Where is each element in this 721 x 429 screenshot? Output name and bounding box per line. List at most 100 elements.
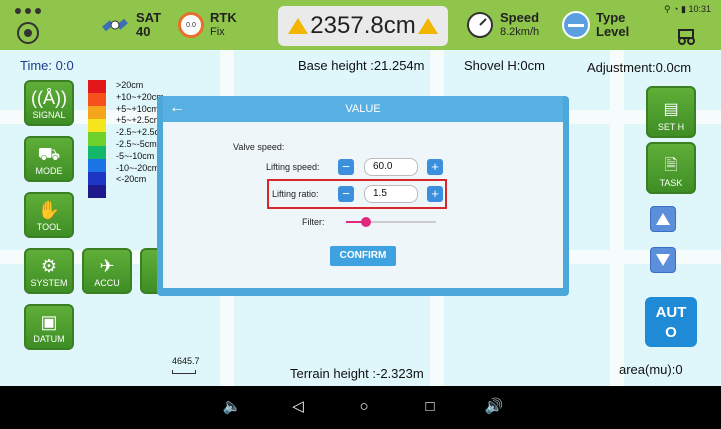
height-readout: 2357.8cm: [278, 6, 448, 46]
level-icon: [562, 11, 590, 39]
speed-status: Speed 8.2km/h: [466, 0, 539, 50]
speed-label: Speed: [500, 10, 540, 25]
battery-icon: ▮: [681, 4, 686, 14]
confirm-button[interactable]: CONFIRM: [330, 246, 396, 266]
type-label: Type: [596, 10, 626, 25]
satellite-icon: [102, 18, 128, 32]
legend-label: >20cm: [116, 80, 144, 90]
signal-button[interactable]: ((Å)) SIGNAL: [24, 80, 74, 126]
monitor-icon: ▤: [663, 101, 679, 118]
legend-swatch: [88, 119, 106, 133]
mode-button[interactable]: ⛟ MODE: [24, 136, 74, 182]
lifting-speed-decrement[interactable]: −: [338, 159, 354, 175]
antenna-icon: ((Å)): [31, 88, 67, 108]
clock: 10:31: [688, 4, 711, 14]
excavator-icon: [678, 29, 695, 45]
adjustment-readout: Adjustment:0.0cm: [587, 60, 692, 75]
legend-swatch: [88, 184, 106, 198]
back-nav-icon[interactable]: ◁: [288, 396, 308, 418]
time-readout: Time: 0:0: [20, 58, 74, 73]
satellite-status: SAT 40: [100, 0, 161, 50]
base-height-readout: Base height :21.254m: [298, 58, 425, 73]
legend-swatch: [88, 132, 106, 146]
height-value: 2357.8cm: [310, 12, 416, 39]
lifting-speed-input[interactable]: 60.0: [364, 158, 418, 176]
satellite-accuracy-icon: ✈: [99, 256, 115, 276]
terrain-height-readout: Terrain height :-2.323m: [290, 366, 424, 381]
legend-swatch: [88, 106, 106, 120]
tool-label: TOOL: [36, 222, 62, 232]
sat-value: 40: [136, 24, 151, 39]
legend-swatch: [88, 171, 106, 185]
wifi-icon: ◔: [673, 4, 679, 14]
tractor-icon: ⛟: [37, 144, 61, 164]
recents-nav-icon[interactable]: □: [420, 396, 440, 418]
volume-down-icon[interactable]: 🔈: [222, 396, 242, 418]
back-arrow-icon[interactable]: ←: [169, 100, 185, 116]
area-readout: area(mu):0: [619, 362, 683, 377]
up-warning-icon-right: [417, 18, 438, 34]
map-road: [610, 50, 624, 386]
home-nav-icon[interactable]: ○: [354, 396, 374, 418]
system-label: SYSTEM: [30, 278, 68, 288]
set-h-button[interactable]: ▤ SET H: [646, 86, 696, 138]
system-tray: ⚲ ◔ ▮ 10:31: [664, 4, 711, 15]
task-button[interactable]: 🗎 TASK: [646, 142, 696, 194]
arrow-down-icon: [656, 254, 670, 266]
set-h-label: SET H: [657, 122, 685, 132]
android-nav-bar: 🔈 ◁ ○ □ 🔊: [0, 386, 721, 429]
gear-icon: ⚙: [40, 256, 58, 276]
filter-slider-thumb[interactable]: [361, 217, 371, 227]
legend-swatch: [88, 145, 106, 159]
legend-color-bar: [88, 80, 106, 198]
tool-button[interactable]: ✋ TOOL: [24, 192, 74, 238]
auto-label-line2: O: [665, 324, 677, 341]
status-icons-left: [6, 0, 50, 50]
receiver-icon: [15, 8, 41, 44]
shovel-height-readout: Shovel H:0cm: [464, 58, 545, 73]
location-icon: ⚲: [663, 4, 671, 14]
rtk-value: Fix: [210, 26, 225, 38]
datum-button[interactable]: ▣ DATUM: [24, 304, 74, 350]
datum-icon: ▣: [40, 312, 58, 332]
sat-label: SAT: [136, 10, 162, 25]
speedometer-icon: [467, 12, 493, 38]
filter-label: Filter:: [302, 217, 325, 227]
legend-swatch: [88, 158, 106, 172]
task-document-icon: 🗎: [664, 157, 678, 174]
auto-button[interactable]: AUT O: [645, 297, 697, 347]
rtk-status: 0.0 RTK Fix: [178, 0, 237, 50]
lifting-ratio-label: Lifting ratio:: [272, 189, 319, 199]
dialog-title: VALUE: [345, 103, 381, 115]
status-bar: SAT 40 0.0 RTK Fix 2357.8cm Speed 8.2km/…: [0, 0, 721, 50]
type-status: Type Level: [562, 0, 629, 50]
type-value: Level: [596, 24, 630, 39]
lifting-ratio-decrement[interactable]: −: [338, 186, 354, 202]
scale-value: 4645.7: [172, 356, 200, 366]
mode-label: MODE: [35, 166, 63, 176]
legend-swatch: [88, 80, 106, 94]
speed-value: 8.2km/h: [500, 26, 540, 38]
scale-bar: [172, 370, 196, 374]
up-warning-icon: [288, 18, 309, 34]
dialog-header: ← VALUE: [163, 96, 563, 122]
datum-label: DATUM: [33, 334, 65, 344]
lifting-ratio-input[interactable]: 1.5: [364, 185, 418, 203]
auto-label-line1: AUT: [655, 304, 687, 321]
lifting-speed-increment[interactable]: +: [427, 159, 443, 175]
valve-speed-label: Valve speed:: [233, 142, 285, 152]
scroll-up-button[interactable]: [650, 206, 676, 232]
legend-swatch: [88, 93, 106, 107]
lifting-speed-label: Lifting speed:: [266, 162, 320, 172]
scroll-down-button[interactable]: [650, 247, 676, 273]
hand-tool-icon: ✋: [37, 200, 61, 220]
task-label: TASK: [659, 178, 683, 188]
rtk-label: RTK: [210, 10, 237, 25]
lifting-ratio-increment[interactable]: +: [427, 186, 443, 202]
accu-button[interactable]: ✈ ACCU: [82, 248, 132, 294]
system-button[interactable]: ⚙ SYSTEM: [24, 248, 74, 294]
signal-label: SIGNAL: [32, 110, 66, 120]
volume-up-icon[interactable]: 🔊: [484, 396, 504, 418]
rtk-badge: 0.0: [178, 12, 204, 38]
accu-label: ACCU: [94, 278, 120, 288]
